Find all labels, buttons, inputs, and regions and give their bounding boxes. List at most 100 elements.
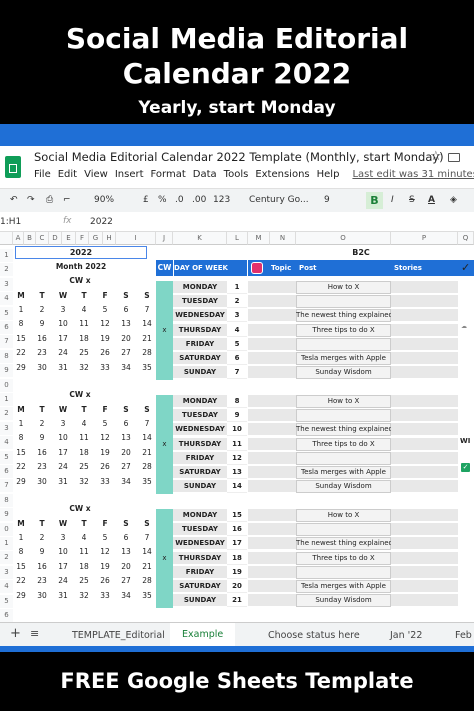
- calendar-day[interactable]: 18: [74, 334, 94, 343]
- day-of-week-cell[interactable]: THURSDAY: [173, 437, 227, 451]
- day-number-cell[interactable]: 19: [227, 565, 247, 579]
- post-text[interactable]: Three tips to do X: [296, 324, 391, 337]
- calendar-day[interactable]: 24: [53, 576, 73, 585]
- tab-example[interactable]: Example: [170, 623, 236, 646]
- calendar-day[interactable]: 31: [53, 591, 73, 600]
- calendar-day[interactable]: 8: [11, 319, 31, 328]
- calendar-day[interactable]: 3: [53, 305, 73, 314]
- calendar-day[interactable]: 33: [95, 477, 115, 486]
- increase-decimal-button[interactable]: .00: [192, 195, 206, 205]
- calendar-day[interactable]: 27: [116, 462, 136, 471]
- calendar-day[interactable]: 7: [137, 533, 157, 542]
- calendar-day[interactable]: 21: [137, 334, 157, 343]
- calendar-day[interactable]: 13: [116, 433, 136, 442]
- post-text[interactable]: [296, 295, 391, 308]
- calendar-day[interactable]: 7: [137, 305, 157, 314]
- calendar-day[interactable]: 35: [137, 477, 157, 486]
- calendar-day[interactable]: 29: [11, 363, 31, 372]
- column-header-P[interactable]: P: [391, 232, 458, 245]
- column-header-L[interactable]: L: [227, 232, 248, 245]
- calendar-day[interactable]: 25: [74, 348, 94, 357]
- calendar-day[interactable]: 19: [95, 334, 115, 343]
- bold-button[interactable]: B: [366, 192, 383, 209]
- post-text[interactable]: [296, 338, 391, 351]
- post-text[interactable]: [296, 452, 391, 465]
- calendar-day[interactable]: 33: [95, 363, 115, 372]
- calendar-day[interactable]: 35: [137, 363, 157, 372]
- calendar-day[interactable]: 2: [32, 419, 52, 428]
- calendar-day[interactable]: 21: [137, 562, 157, 571]
- day-of-week-header[interactable]: DAY OF WEEK: [174, 260, 228, 276]
- calendar-day[interactable]: 6: [116, 533, 136, 542]
- day-number-cell[interactable]: 17: [227, 537, 247, 551]
- column-header-O[interactable]: O: [296, 232, 391, 245]
- calendar-day[interactable]: 10: [53, 433, 73, 442]
- day-number-cell[interactable]: 21: [227, 594, 247, 608]
- tab-template-editorial[interactable]: TEMPLATE_Editorial: [72, 630, 165, 641]
- calendar-day[interactable]: 12: [95, 433, 115, 442]
- day-number-cell[interactable]: 11: [227, 437, 247, 451]
- menu-data[interactable]: Data: [193, 169, 217, 180]
- day-of-week-cell[interactable]: FRIDAY: [173, 337, 227, 351]
- calendar-day[interactable]: 28: [137, 462, 157, 471]
- calendar-day[interactable]: 23: [32, 462, 52, 471]
- row-header[interactable]: 1: [0, 249, 13, 262]
- tab-jan-22[interactable]: Jan '22: [390, 630, 422, 641]
- calendar-day[interactable]: 19: [95, 448, 115, 457]
- calendar-day[interactable]: 9: [32, 547, 52, 556]
- more-formats-button[interactable]: 123: [213, 195, 230, 205]
- post-text[interactable]: [296, 566, 391, 579]
- all-sheets-icon[interactable]: ≡: [30, 627, 39, 640]
- post-text[interactable]: Tesla merges with Apple: [296, 580, 391, 593]
- column-header-J[interactable]: J: [156, 232, 173, 245]
- calendar-day[interactable]: 22: [11, 348, 31, 357]
- calendar-day[interactable]: 26: [95, 576, 115, 585]
- day-number-cell[interactable]: 9: [227, 409, 247, 423]
- menu-help[interactable]: Help: [317, 169, 340, 180]
- calendar-day[interactable]: 16: [32, 334, 52, 343]
- day-number-cell[interactable]: 8: [227, 395, 247, 408]
- calendar-day[interactable]: 4: [74, 419, 94, 428]
- post-text[interactable]: How to X: [296, 281, 391, 294]
- calendar-day[interactable]: 34: [116, 477, 136, 486]
- post-text[interactable]: Sunday Wisdom: [296, 480, 391, 493]
- checkbox-checked-icon[interactable]: ✓: [461, 463, 470, 472]
- menu-view[interactable]: View: [84, 169, 108, 180]
- star-icon[interactable]: ☆: [430, 149, 442, 164]
- calendar-day[interactable]: 17: [53, 448, 73, 457]
- calendar-day[interactable]: 1: [11, 419, 31, 428]
- column-header-D[interactable]: D: [49, 232, 62, 245]
- calendar-day[interactable]: 26: [95, 462, 115, 471]
- sheet-grid[interactable]: 12345678901234567890123456 2022 Month 20…: [0, 245, 474, 622]
- tab-choose-status[interactable]: Choose status here: [268, 630, 360, 641]
- calendar-day[interactable]: 1: [11, 533, 31, 542]
- percent-button[interactable]: %: [158, 195, 167, 205]
- column-header-A[interactable]: A: [13, 232, 24, 245]
- calendar-day[interactable]: 22: [11, 462, 31, 471]
- calendar-day[interactable]: 2: [32, 533, 52, 542]
- day-of-week-cell[interactable]: THURSDAY: [173, 323, 227, 337]
- text-color-button[interactable]: A: [428, 195, 435, 205]
- calendar-day[interactable]: 34: [116, 591, 136, 600]
- post-text[interactable]: Three tips to do X: [296, 552, 391, 565]
- post-header[interactable]: Post: [299, 264, 316, 272]
- zoom-select[interactable]: 90%: [94, 195, 114, 205]
- calendar-day[interactable]: 23: [32, 348, 52, 357]
- calendar-day[interactable]: 25: [74, 462, 94, 471]
- sheets-logo-icon[interactable]: [5, 156, 21, 178]
- column-header-H[interactable]: H: [103, 232, 116, 245]
- calendar-day[interactable]: 35: [137, 591, 157, 600]
- post-text[interactable]: The newest thing explained: [296, 309, 391, 322]
- calendar-day[interactable]: 20: [116, 334, 136, 343]
- calendar-day[interactable]: 7: [137, 419, 157, 428]
- calendar-day[interactable]: 17: [53, 562, 73, 571]
- column-header-K[interactable]: K: [173, 232, 227, 245]
- menu-extensions[interactable]: Extensions: [255, 169, 309, 180]
- calendar-day[interactable]: 2: [32, 305, 52, 314]
- redo-icon[interactable]: ↷: [27, 195, 35, 205]
- day-number-cell[interactable]: 18: [227, 551, 247, 565]
- menu-file[interactable]: File: [34, 169, 51, 180]
- tab-feb[interactable]: Feb: [455, 630, 472, 641]
- day-of-week-cell[interactable]: SUNDAY: [173, 366, 227, 380]
- calendar-day[interactable]: 8: [11, 547, 31, 556]
